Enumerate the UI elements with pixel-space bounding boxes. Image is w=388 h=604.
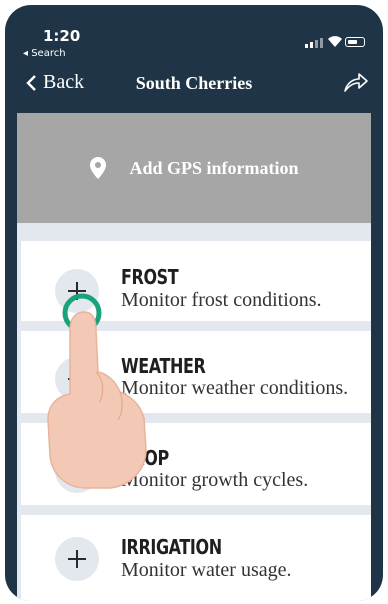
return-to-search-link[interactable]: ◂ Search bbox=[23, 48, 66, 59]
plus-icon[interactable] bbox=[55, 449, 99, 493]
signal-icon bbox=[305, 38, 323, 48]
battery-icon bbox=[345, 37, 365, 47]
card-frost[interactable]: FROST Monitor frost conditions. bbox=[21, 241, 371, 321]
card-title: FROST bbox=[121, 265, 179, 289]
plus-icon[interactable] bbox=[55, 269, 99, 313]
share-icon[interactable] bbox=[343, 71, 369, 93]
phone-screen: 1:20 ◂ Search Back South Cherries Add GP… bbox=[5, 5, 383, 601]
card-title: WEATHER bbox=[121, 354, 206, 378]
card-irrigation[interactable]: IRRIGATION Monitor water usage. bbox=[21, 515, 371, 601]
card-description: Monitor growth cycles. bbox=[121, 469, 309, 491]
card-title: CROP bbox=[121, 446, 169, 470]
gps-label: Add GPS information bbox=[129, 157, 299, 178]
add-gps-button[interactable]: Add GPS information bbox=[17, 113, 371, 223]
plus-icon[interactable] bbox=[55, 357, 99, 401]
card-description: Monitor weather conditions. bbox=[121, 377, 349, 399]
wifi-icon bbox=[328, 36, 342, 47]
card-description: Monitor water usage. bbox=[121, 559, 292, 581]
page-title: South Cherries bbox=[135, 73, 253, 93]
header: 1:20 ◂ Search Back South Cherries bbox=[5, 5, 383, 113]
status-icons bbox=[305, 34, 365, 50]
card-crop[interactable]: CROP Monitor growth cycles. bbox=[21, 423, 371, 505]
plus-icon[interactable] bbox=[55, 537, 99, 581]
card-description: Monitor frost conditions. bbox=[121, 289, 322, 311]
card-title: IRRIGATION bbox=[121, 535, 222, 559]
content-area: Add GPS information FROST Monitor frost … bbox=[17, 113, 371, 601]
location-pin-icon bbox=[90, 157, 107, 179]
card-weather[interactable]: WEATHER Monitor weather conditions. bbox=[21, 331, 371, 413]
status-time: 1:20 bbox=[43, 27, 81, 45]
